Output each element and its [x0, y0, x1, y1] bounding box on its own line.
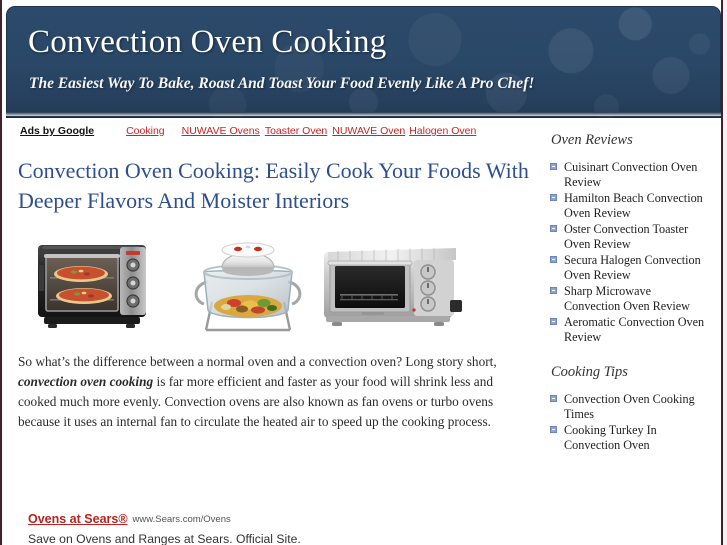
paragraph-emphasis: convection oven cooking [18, 374, 154, 389]
sidebar-item-cooking-turkey[interactable]: Cooking Turkey In Convection Oven [550, 423, 710, 452]
google-ads-keyword-bar: Ads by Google Cooking NUWAVE Ovens Toaster … [20, 125, 520, 141]
bullet-square-icon [550, 287, 557, 294]
site-panel: Convection Oven Cooking The Easiest Way … [0, 0, 723, 545]
page-root: Convection Oven Cooking The Easiest Way … [0, 0, 727, 545]
sidebar-item-hamilton-beach-review[interactable]: Hamilton Beach Convection Oven Review [550, 191, 710, 220]
bullet-square-icon [550, 194, 557, 201]
sidebar-item-label: Hamilton Beach Convection Oven Review [564, 191, 703, 220]
image-stainless-steel-toaster-oven [324, 247, 462, 326]
site-header-banner: Convection Oven Cooking The Easiest Way … [6, 6, 721, 118]
ad-keyword-halogen-oven[interactable]: Halogen Oven [409, 125, 476, 137]
image-black-countertop-convection-oven [38, 245, 146, 328]
bottom-ad-line-1: Save on Ovens and Ranges at Sears. Offic… [28, 532, 301, 545]
bullet-square-icon [550, 426, 557, 433]
sidebar-item-label: Cuisinart Convection Oven Review [564, 160, 698, 189]
sidebar-item-label: Convection Oven Cooking Times [564, 392, 695, 421]
article-image-row [18, 230, 530, 340]
sidebar-heading-oven-reviews: Oven Reviews [551, 132, 633, 148]
sidebar-item-oster-review[interactable]: Oster Convection Toaster Oven Review [550, 222, 710, 251]
sidebar: Oven Reviews Cuisinart Convection Oven R… [550, 132, 710, 472]
site-title: Convection Oven Cooking [28, 24, 387, 60]
page-body: Ads by Google Cooking NUWAVE Ovens Toaster … [4, 118, 721, 545]
bottom-ad-url: www.Sears.com/Ovens [132, 514, 231, 525]
sidebar-item-label: Sharp Microwave Convection Oven Review [564, 284, 690, 313]
sidebar-item-label: Aeromatic Convection Oven Review [564, 315, 705, 344]
site-tagline: The Easiest Way To Bake, Roast And Toast… [29, 75, 535, 92]
ad-keyword-nuwave-ovens[interactable]: NUWAVE Ovens [182, 125, 260, 137]
bullet-square-icon [550, 395, 557, 402]
ad-keyword-cooking[interactable]: Cooking [126, 125, 165, 137]
image-halogen-convection-oven [194, 242, 302, 332]
bullet-square-icon [550, 163, 557, 170]
ad-keyword-toaster-oven[interactable]: Toaster Oven [265, 125, 327, 137]
sidebar-heading-cooking-tips: Cooking Tips [551, 364, 628, 380]
sidebar-item-label: Cooking Turkey In Convection Oven [564, 423, 657, 452]
ads-by-google-label[interactable]: Ads by Google [20, 125, 94, 137]
paragraph-text-before: So what’s the difference between a norma… [18, 354, 497, 369]
sidebar-item-aeromatic-review[interactable]: Aeromatic Convection Oven Review [550, 315, 710, 344]
bullet-square-icon [550, 318, 557, 325]
sidebar-list-cooking-tips: Convection Oven Cooking Times Cooking Tu… [550, 392, 710, 452]
bullet-square-icon [550, 256, 557, 263]
article-column: Convection Oven Cooking: Easily Cook You… [18, 156, 530, 432]
sidebar-item-sharp-review[interactable]: Sharp Microwave Convection Oven Review [550, 284, 710, 313]
bullet-square-icon [550, 225, 557, 232]
bottom-ad-title-link[interactable]: Ovens at Sears® [28, 512, 128, 526]
bottom-text-ad: Ovens at Sears® www.Sears.com/Ovens Save … [28, 510, 448, 545]
sidebar-list-oven-reviews: Cuisinart Convection Oven Review Hamilto… [550, 160, 710, 344]
sidebar-item-cooking-times[interactable]: Convection Oven Cooking Times [550, 392, 710, 421]
article-title: Convection Oven Cooking: Easily Cook You… [18, 158, 529, 213]
sidebar-item-label: Oster Convection Toaster Oven Review [564, 222, 689, 251]
sidebar-item-secura-review[interactable]: Secura Halogen Convection Oven Review [550, 253, 710, 282]
sidebar-item-label: Secura Halogen Convection Oven Review [564, 253, 701, 282]
ad-keyword-nuwave-oven[interactable]: NUWAVE Oven [332, 125, 405, 137]
article-paragraph: So what’s the difference between a norma… [18, 352, 530, 432]
sidebar-item-cuisinart-review[interactable]: Cuisinart Convection Oven Review [550, 160, 710, 189]
header-shadow-strip [6, 112, 721, 116]
